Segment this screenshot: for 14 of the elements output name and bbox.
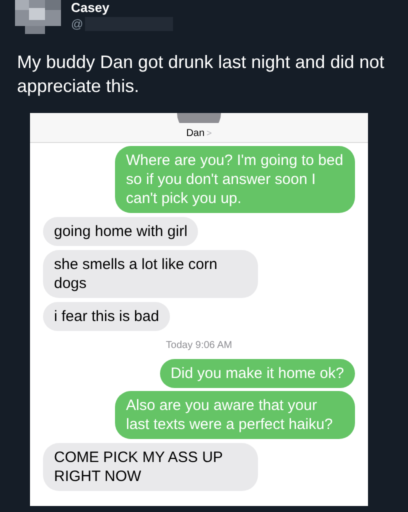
avatar-icon[interactable] — [15, 0, 61, 34]
received-message-bubble: i fear this is bad — [43, 302, 170, 331]
received-message-bubble: she smells a lot like corn dogs — [43, 250, 258, 298]
received-message-bubble: going home with girl — [43, 217, 198, 246]
author-handle: @ — [71, 16, 84, 33]
author-name[interactable]: Casey — [71, 0, 174, 15]
message-timestamp: Today 9:06 AM — [166, 339, 232, 353]
sent-message-bubble: Did you make it home ok? — [160, 359, 355, 388]
sent-message-bubble: Where are you? I'm going to bed so if you don't answer soon I can't pick you up. — [115, 146, 355, 213]
contact-avatar-icon — [177, 113, 221, 123]
received-message-bubble: COME PICK MY ASS UP RIGHT NOW — [43, 443, 258, 491]
tweet-text: My buddy Dan got drunk last night and did not appreciate this. — [16, 51, 386, 98]
sent-message-bubble: Also are you aware that your last texts were a perfect haiku? — [115, 391, 355, 439]
contact-name[interactable]: Dan — [186, 126, 205, 141]
